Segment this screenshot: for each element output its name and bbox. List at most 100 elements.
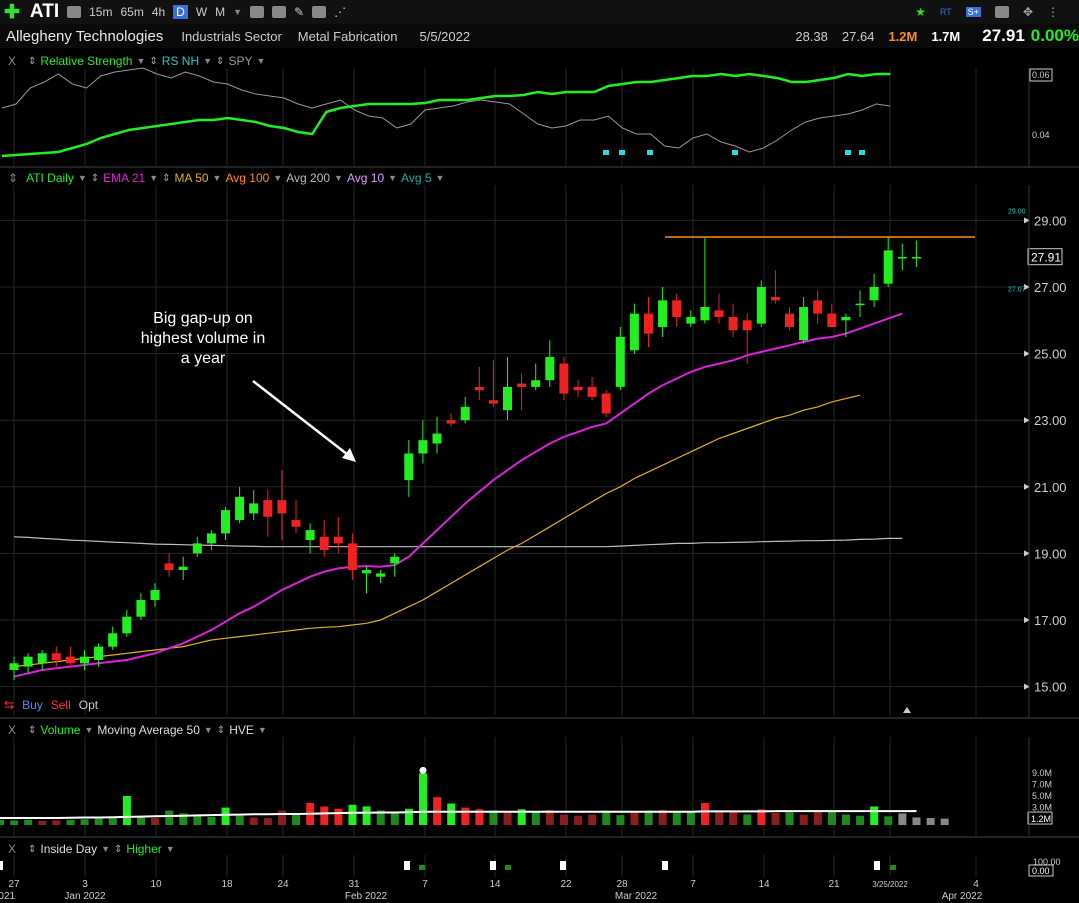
sell-button[interactable]: Sell (51, 698, 71, 712)
reorder-icon[interactable]: ⇕ (28, 725, 36, 736)
hve-study[interactable]: HVE (229, 723, 254, 737)
candle-body (883, 250, 893, 284)
change-pct: 0.00% (1030, 26, 1079, 45)
candle-body (192, 543, 202, 554)
candle-body (122, 616, 132, 634)
tf-w[interactable]: W (196, 5, 207, 19)
candle-body (80, 656, 89, 664)
x-tick-label: 18 (221, 879, 233, 890)
last-price-tag-text: 27.91 (1031, 251, 1061, 265)
candle-body (785, 313, 794, 327)
study-avg200[interactable]: Avg 200 (286, 171, 330, 185)
candle-body (573, 386, 583, 391)
study-avg10[interactable]: Avg 10 (347, 171, 384, 185)
layers-icon[interactable] (312, 6, 327, 18)
reorder-icon[interactable]: ⇕ (28, 844, 36, 855)
add-symbol-icon[interactable]: ✚ (4, 1, 20, 24)
dialog-icon[interactable] (67, 6, 82, 18)
candle-body (249, 503, 259, 514)
candle-body (714, 310, 724, 317)
chevron-down-icon[interactable]: ▼ (233, 7, 242, 17)
pencil-icon[interactable]: ✎ (294, 5, 304, 19)
candle-body (404, 453, 414, 481)
candle-body (221, 510, 230, 534)
volume-bar (38, 820, 47, 825)
volume-bar (799, 814, 808, 825)
volume-bar (0, 819, 4, 825)
buy-button[interactable]: Buy (22, 698, 43, 712)
candle-body (474, 386, 484, 391)
symbol[interactable]: ATI (30, 1, 59, 23)
share-icon[interactable]: ⋰ (334, 5, 346, 19)
inside-day-title[interactable]: Inside Day (40, 842, 97, 856)
trade-icon[interactable]: ⇆ (4, 698, 14, 712)
rt-icon[interactable]: RT (940, 7, 952, 17)
chevron-down-icon[interactable]: ▼ (166, 844, 175, 854)
rs-nh-dot (859, 150, 865, 155)
chevron-down-icon[interactable]: ▼ (258, 725, 267, 735)
s-plus-icon[interactable]: S+ (965, 7, 981, 17)
reorder-icon[interactable]: ⇕ (162, 173, 170, 184)
price-chart[interactable]: 29.00 27.00 25.00 23.00 21.00 19.00 17.00 15.00… (0, 185, 1079, 718)
inside-day-marker (662, 861, 668, 870)
rs-nh-dot (647, 150, 653, 155)
chevron-down-icon[interactable]: ▼ (84, 725, 93, 735)
calculator-icon[interactable] (272, 6, 287, 18)
tf-m[interactable]: M (215, 5, 225, 19)
close-icon[interactable]: X (8, 723, 16, 737)
volume-bar (672, 811, 681, 825)
tag-upper: 29.00 (1008, 208, 1026, 215)
x-tick-label: 27 (8, 879, 20, 890)
volume-bar (80, 819, 89, 825)
volume-bar (390, 811, 399, 825)
menu-dots-icon[interactable]: ⋮ (1047, 5, 1059, 19)
x-tick-label: 7 (422, 879, 428, 890)
save-icon[interactable] (994, 6, 1009, 18)
y-tick-label: 17.00 (1034, 613, 1067, 628)
chevron-down-icon[interactable]: ▼ (273, 173, 282, 183)
study-ema21[interactable]: EMA 21 (103, 171, 145, 185)
candle-body (390, 556, 400, 564)
higher-study[interactable]: Higher (126, 842, 161, 856)
study-avg5[interactable]: Avg 5 (401, 171, 431, 185)
reorder-icon[interactable]: ⇕ (8, 171, 18, 185)
candle-body (756, 287, 766, 324)
tf-65m[interactable]: 65m (120, 5, 143, 19)
chevron-down-icon[interactable]: ▼ (204, 725, 213, 735)
volume-bar (630, 812, 639, 825)
reorder-icon[interactable]: ⇕ (114, 844, 122, 855)
x-tick-label: 31 (348, 879, 360, 890)
x-tick-label: 3 (82, 879, 88, 890)
chevron-down-icon[interactable]: ▼ (334, 173, 343, 183)
volume-axis-label: 5.0M (1032, 791, 1052, 801)
chevron-down-icon[interactable]: ▼ (213, 173, 222, 183)
info-bar: Allegheny Technologies Industrials Secto… (0, 24, 1079, 48)
opt-button[interactable]: Opt (79, 698, 98, 712)
sector: Industrials Sector (181, 28, 282, 44)
volume-title[interactable]: Volume (40, 723, 80, 737)
study-ati-daily[interactable]: ATI Daily (26, 171, 74, 185)
ma50-study[interactable]: Moving Average 50 (97, 723, 200, 737)
tf-4h[interactable]: 4h (152, 5, 165, 19)
tf-15m[interactable]: 15m (89, 5, 112, 19)
study-avg100[interactable]: Avg 100 (225, 171, 269, 185)
close-icon[interactable]: X (8, 842, 16, 856)
volume-bar (278, 810, 286, 825)
chevron-down-icon[interactable]: ▼ (388, 173, 397, 183)
candle-body (65, 656, 75, 664)
study-ma50[interactable]: MA 50 (175, 171, 209, 185)
volume-bar (24, 819, 33, 825)
move-icon[interactable]: ✥ (1023, 5, 1033, 19)
reorder-icon[interactable]: ⇕ (217, 725, 225, 736)
chevron-down-icon[interactable]: ▼ (436, 173, 445, 183)
x-month-label: Apr 2022 (942, 891, 983, 902)
volume-bar (884, 816, 893, 825)
chevron-down-icon[interactable]: ▼ (149, 173, 158, 183)
volume-bar (362, 806, 371, 825)
template-icon[interactable] (250, 6, 265, 18)
star-icon[interactable]: ★ (915, 5, 926, 19)
tf-d[interactable]: D (173, 5, 188, 19)
chevron-down-icon[interactable]: ▼ (78, 173, 87, 183)
chevron-down-icon[interactable]: ▼ (101, 844, 110, 854)
reorder-icon[interactable]: ⇕ (91, 173, 99, 184)
